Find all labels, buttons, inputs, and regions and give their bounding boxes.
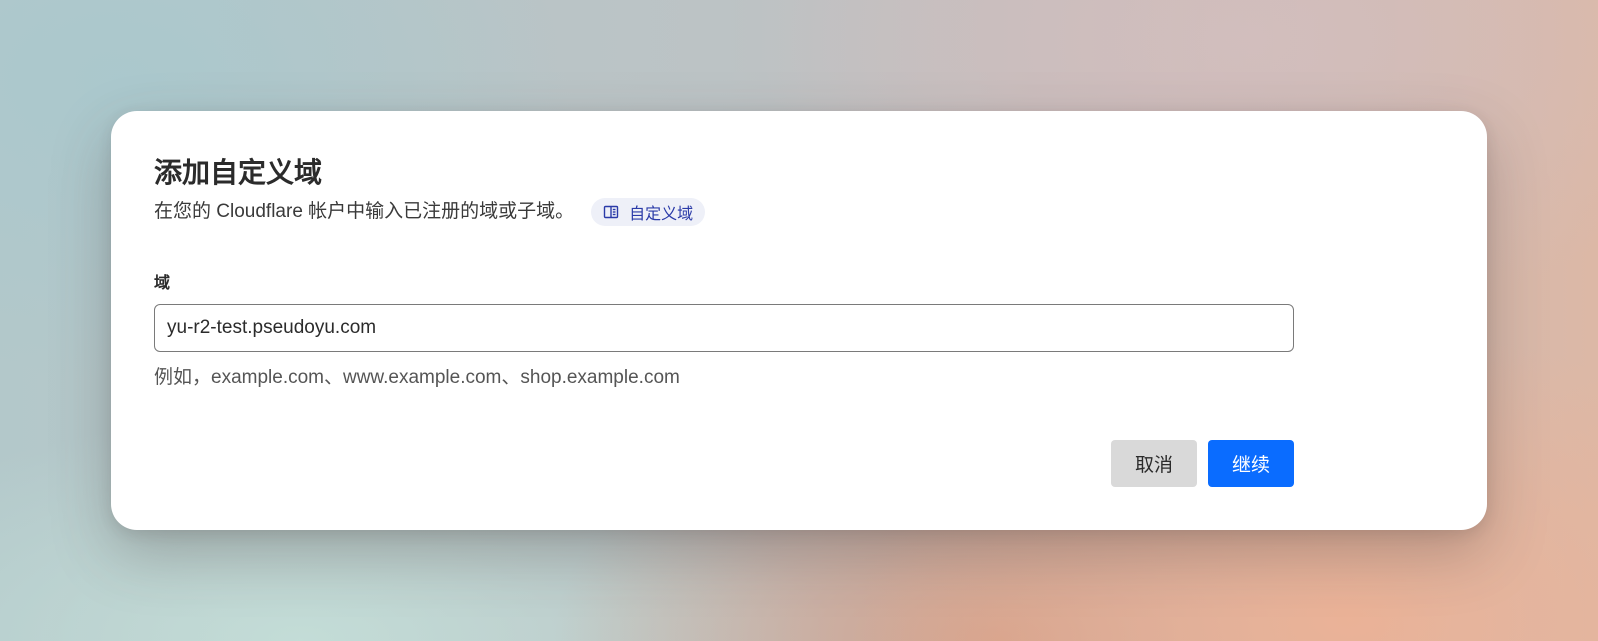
dialog-title: 添加自定义域 bbox=[154, 157, 323, 188]
domain-input[interactable] bbox=[154, 304, 1294, 352]
domain-field-label: 域 bbox=[154, 275, 171, 292]
continue-button[interactable]: 继续 bbox=[1208, 440, 1294, 487]
docs-link-label: 自定义域 bbox=[629, 206, 694, 223]
book-icon bbox=[602, 203, 620, 221]
add-custom-domain-dialog: 添加自定义域 在您的 Cloudflare 帐户中输入已注册的域或子域。 自定义… bbox=[111, 111, 1487, 530]
cancel-button[interactable]: 取消 bbox=[1111, 440, 1197, 487]
subtitle-row: 在您的 Cloudflare 帐户中输入已注册的域或子域。 自定义域 bbox=[154, 197, 706, 227]
domain-hint: 例如，example.com、www.example.com、shop.exam… bbox=[154, 367, 680, 388]
dialog-subtitle: 在您的 Cloudflare 帐户中输入已注册的域或子域。 bbox=[154, 201, 575, 222]
custom-domain-docs-link[interactable]: 自定义域 bbox=[591, 198, 706, 226]
